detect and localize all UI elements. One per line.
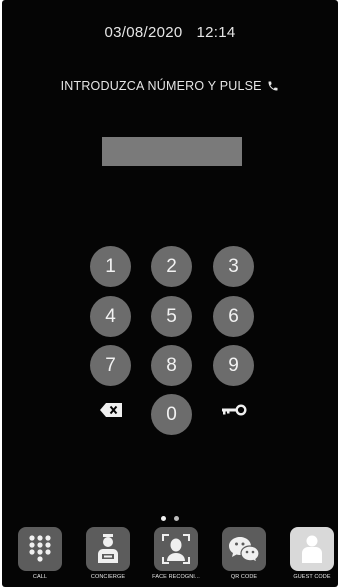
guest-code-label: GUEST CODE xyxy=(293,574,331,580)
qr-code-label: QR CODE xyxy=(230,574,258,580)
key-9[interactable]: 9 xyxy=(213,345,254,386)
key-label: 1 xyxy=(105,255,116,277)
key-label: 9 xyxy=(228,354,239,376)
concierge-label: CONCIERGE xyxy=(90,574,126,580)
qr-code-button[interactable]: QR CODE xyxy=(212,527,276,587)
intercom-screen: 03/08/2020 12:14 INTRODUZCA NÚMERO Y PULS… xyxy=(2,0,338,587)
key-2[interactable]: 2 xyxy=(151,246,192,287)
key-1[interactable]: 1 xyxy=(90,246,131,287)
face-recognition-label: FACE RECOGNI... xyxy=(152,574,200,580)
key-label: 6 xyxy=(228,305,239,327)
face-recognition-icon xyxy=(154,527,198,571)
call-button[interactable]: CALL xyxy=(8,527,72,587)
key-4[interactable]: 4 xyxy=(90,296,131,337)
key-icon xyxy=(220,403,248,422)
face-recognition-button[interactable]: FACE RECOGNI... xyxy=(144,527,208,587)
guest-icon xyxy=(290,527,334,571)
key-label: 8 xyxy=(166,354,177,376)
backspace-icon xyxy=(99,403,122,422)
concierge-button[interactable]: CONCIERGE xyxy=(76,527,140,587)
page-dot[interactable] xyxy=(161,516,166,521)
concierge-icon xyxy=(86,527,130,571)
backspace-button[interactable] xyxy=(90,392,131,433)
chat-icon xyxy=(222,527,266,571)
key-3[interactable]: 3 xyxy=(213,246,254,287)
key-6[interactable]: 6 xyxy=(213,296,254,337)
key-label: 7 xyxy=(105,354,116,376)
keypad: 1 2 3 4 5 6 7 8 9 0 xyxy=(2,0,338,587)
call-label: CALL xyxy=(32,574,48,580)
page-dot[interactable] xyxy=(174,516,179,521)
key-5[interactable]: 5 xyxy=(151,296,192,337)
key-7[interactable]: 7 xyxy=(90,345,131,386)
key-8[interactable]: 8 xyxy=(151,345,192,386)
key-unlock-button[interactable] xyxy=(213,392,254,433)
dialpad-icon xyxy=(18,527,62,571)
bottom-menu: CALL CONCIERGE FACE RECOGNI... QR CODE G… xyxy=(2,523,338,587)
key-0[interactable]: 0 xyxy=(151,394,192,435)
key-label: 4 xyxy=(105,305,116,327)
key-label: 3 xyxy=(228,255,239,277)
key-label: 0 xyxy=(166,403,177,425)
key-label: 2 xyxy=(166,255,177,277)
key-label: 5 xyxy=(166,305,177,327)
guest-code-button[interactable]: GUEST CODE xyxy=(280,527,341,587)
